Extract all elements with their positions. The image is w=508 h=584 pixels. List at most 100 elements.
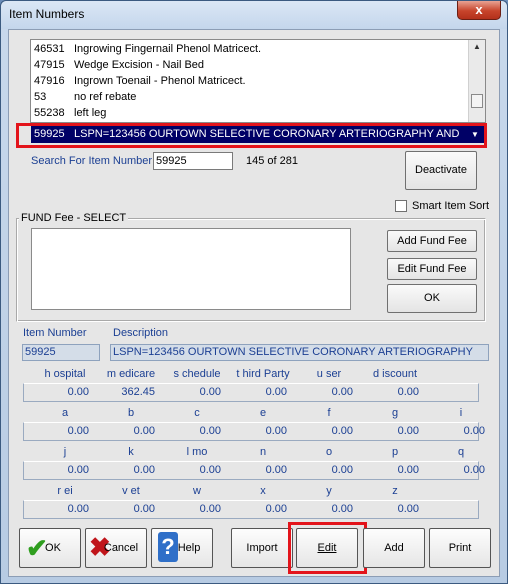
scroll-thumb[interactable] (471, 94, 483, 108)
fee-label: q (457, 446, 465, 458)
ok-label: OK (45, 542, 61, 554)
fee-label: k (128, 446, 134, 458)
fee-label: j (63, 446, 67, 458)
item-code: 46531 (34, 43, 65, 55)
item-code: 55238 (34, 107, 65, 119)
fee-label: b (127, 407, 135, 419)
cancel-label: Cancel (103, 542, 139, 554)
fee-label: t hird Party (236, 368, 290, 380)
fee-value: 0.00 (199, 425, 221, 437)
highlight-box-edit (288, 522, 367, 574)
import-label: Import (246, 542, 278, 554)
item-code: 47915 (34, 59, 65, 71)
import-button[interactable]: Import (231, 528, 293, 568)
fee-label: f (327, 407, 331, 419)
item-desc: Ingrown Toenail - Phenol Matricect. (74, 75, 246, 87)
item-desc: Wedge Excision - Nail Bed (74, 59, 205, 71)
close-icon: x (475, 2, 483, 17)
fee-label: l mo (186, 446, 208, 458)
fee-label: n (259, 446, 267, 458)
fee-value: 0.00 (67, 503, 89, 515)
list-item[interactable]: 47915 Wedge Excision - Nail Bed (34, 58, 204, 73)
fund-fee-list[interactable] (31, 228, 351, 310)
fee-label: z (392, 485, 398, 497)
fee-value: 0.00 (265, 386, 287, 398)
fee-value: 0.00 (397, 464, 419, 476)
list-item[interactable]: 55238 left leg (34, 106, 106, 121)
fee-label: i (459, 407, 463, 419)
print-label: Print (448, 542, 472, 554)
fee-value: 0.00 (67, 425, 89, 437)
fee-value: 0.00 (397, 503, 419, 515)
fee-label: x (260, 485, 266, 497)
smart-sort-checkbox[interactable] (395, 200, 407, 212)
fee-label: w (193, 485, 201, 497)
description-label: Description (113, 327, 169, 339)
fund-fee-label: FUND Fee - SELECT (19, 212, 129, 224)
add-button[interactable]: Add (363, 528, 425, 568)
fee-value: 0.00 (67, 386, 89, 398)
search-input[interactable]: 59925 (153, 152, 233, 170)
list-item[interactable]: 53 no ref rebate (34, 90, 136, 105)
item-number-label: Item Number (23, 327, 87, 339)
add-fund-fee-button[interactable]: Add Fund Fee (387, 230, 477, 252)
description-field: LSPN=123456 OURTOWN SELECTIVE CORONARY A… (110, 344, 489, 361)
fee-label: e (259, 407, 267, 419)
fee-label: h ospital (44, 368, 86, 380)
help-label: Help (177, 542, 201, 554)
item-desc: Ingrowing Fingernail Phenol Matricect. (74, 43, 262, 55)
search-label: Search For Item Number: (31, 155, 156, 167)
fee-value: 0.00 (133, 503, 155, 515)
fee-value: 362.45 (121, 386, 155, 398)
item-desc: no ref rebate (74, 91, 137, 103)
close-button[interactable]: x (457, 1, 501, 20)
fee-value: 0.00 (397, 425, 419, 437)
fee-value: 0.00 (463, 425, 485, 437)
cancel-button[interactable]: ✖ Cancel (85, 528, 147, 568)
fee-value: 0.00 (133, 464, 155, 476)
list-item[interactable]: 47916 Ingrown Toenail - Phenol Matricect. (34, 74, 246, 89)
scroll-up-icon[interactable]: ▲ (472, 42, 482, 51)
fee-value: 0.00 (265, 425, 287, 437)
fee-label: y (326, 485, 332, 497)
fee-value: 0.00 (265, 503, 287, 515)
fee-label: u ser (316, 368, 342, 380)
dialog-client: 46531 Ingrowing Fingernail Phenol Matrice… (8, 29, 500, 577)
fee-label: o (325, 446, 333, 458)
fee-value: 0.00 (199, 386, 221, 398)
edit-fund-fee-button[interactable]: Edit Fund Fee (387, 258, 477, 280)
fee-value: 0.00 (331, 464, 353, 476)
fee-label: m edicare (106, 368, 156, 380)
fee-value: 0.00 (133, 425, 155, 437)
fee-label: c (194, 407, 200, 419)
fee-value: 0.00 (199, 503, 221, 515)
fee-label: a (61, 407, 69, 419)
fee-label: s chedule (173, 368, 221, 380)
fee-label: v et (122, 485, 140, 497)
fee-label: r ei (57, 485, 73, 497)
item-numbers-window: Item Numbers x 46531 Ingrowing Fingernail… (0, 0, 508, 584)
fee-value: 0.00 (331, 386, 353, 398)
print-button[interactable]: Print (429, 528, 491, 568)
window-title: Item Numbers (9, 7, 85, 21)
search-count: 145 of 281 (246, 155, 298, 167)
ok-button[interactable]: ✔ OK (19, 528, 81, 568)
item-code: 53 (34, 91, 47, 103)
help-button[interactable]: ? Help (151, 528, 213, 568)
fee-value: 0.00 (199, 464, 221, 476)
item-list[interactable]: 46531 Ingrowing Fingernail Phenol Matrice… (30, 39, 486, 123)
title-bar: Item Numbers x (1, 1, 507, 29)
fee-label: g (391, 407, 399, 419)
fee-label: d iscount (372, 368, 418, 380)
deactivate-button[interactable]: Deactivate (405, 151, 477, 190)
add-label: Add (384, 542, 404, 554)
list-scrollbar[interactable]: ▲ (468, 40, 485, 122)
ok-small-button[interactable]: OK (387, 284, 477, 313)
fee-value: 0.00 (331, 503, 353, 515)
fee-label: p (391, 446, 399, 458)
item-number-field: 59925 (22, 344, 100, 361)
highlight-box-combo (16, 123, 487, 148)
list-item[interactable]: 46531 Ingrowing Fingernail Phenol Matrice… (34, 42, 261, 57)
smart-sort-label: Smart Item Sort (412, 200, 490, 212)
fee-value: 0.00 (463, 464, 485, 476)
